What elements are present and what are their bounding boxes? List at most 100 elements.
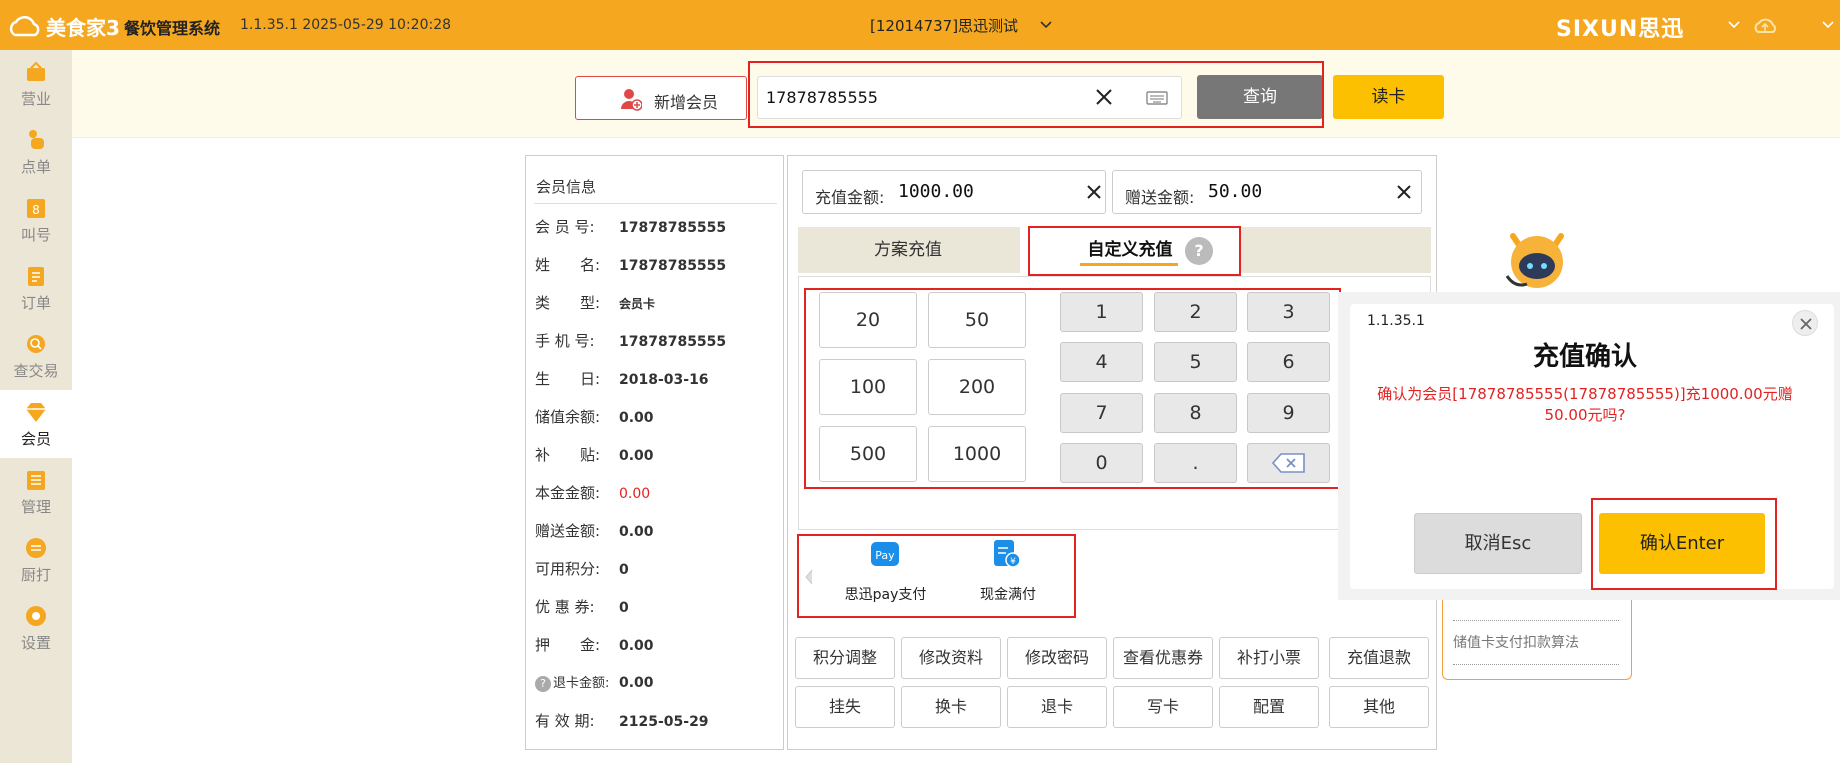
highlight-box: [1028, 226, 1241, 276]
member-row-value: 0.00: [619, 524, 654, 540]
member-row-value: 17878785555: [619, 334, 727, 350]
sidebar-item-kitchen-print[interactable]: 厨打: [0, 526, 72, 594]
chevron-down-icon[interactable]: [1040, 20, 1052, 30]
read-card-button[interactable]: 读卡: [1333, 75, 1444, 119]
sidebar-item-label: 营业: [20, 90, 51, 108]
member-row: 赠送金额: 0.00: [535, 520, 654, 541]
divider: [1453, 620, 1619, 621]
view-coupons-button[interactable]: 查看优惠券: [1113, 637, 1213, 679]
reprint-receipt-button[interactable]: 补打小票: [1219, 637, 1319, 679]
cloud-sync-icon[interactable]: [1752, 14, 1778, 36]
close-icon[interactable]: [1395, 183, 1413, 201]
member-row-value: 0.00: [619, 486, 651, 502]
diamond-icon: [26, 403, 46, 422]
sidebar-item-label: 订单: [20, 294, 51, 312]
sidebar-item-label: 点单: [20, 158, 51, 176]
refund-amount-label: 退卡金额:: [553, 676, 610, 691]
manage-icon: [27, 471, 45, 490]
member-row-value: 2125-05-29: [619, 714, 709, 730]
cloud-logo-icon: [9, 15, 40, 37]
other-button[interactable]: 其他: [1329, 686, 1429, 728]
add-member-button[interactable]: 新增会员: [575, 76, 747, 120]
close-icon: [1800, 318, 1812, 330]
member-row-key: 赠送金额:: [535, 522, 601, 540]
tip-box: 储值卡支付扣款算法: [1442, 600, 1632, 680]
gear-icon: [26, 606, 46, 626]
help-icon[interactable]: ?: [535, 676, 551, 692]
system-name: 餐饮管理系统: [124, 19, 221, 38]
member-row: 类 型: 会员卡: [535, 292, 655, 313]
vendor-logo: SIXUN思迅: [1556, 17, 1685, 42]
list-icon: [28, 267, 44, 286]
kitchen-print-icon: [26, 538, 46, 558]
highlight-box: [797, 534, 1076, 618]
member-row-key: 押 金:: [535, 636, 601, 654]
sidebar-item-business[interactable]: 营业: [0, 50, 72, 118]
member-row-value: 0.00: [619, 448, 654, 464]
cancel-button[interactable]: 取消Esc: [1414, 513, 1582, 574]
highlight-box: [748, 61, 1324, 128]
member-row: 会 员 号: 17878785555: [535, 216, 726, 237]
tab-plan-recharge[interactable]: 方案充值: [798, 227, 1018, 273]
member-row-key: ? 退卡金额:: [535, 672, 619, 692]
mascot-icon: [1505, 233, 1564, 288]
top-bar: 美食家3 餐饮管理系统 1.1.35.1 2025-05-29 10:20:28…: [0, 0, 1840, 50]
gift-amount-field[interactable]: 赠送金额: 50.00: [1112, 170, 1422, 214]
member-row-key: 优 惠 券:: [535, 598, 595, 616]
sidebar-item-member[interactable]: 会员: [0, 390, 72, 458]
member-row-value: 17878785555: [619, 220, 727, 236]
member-row-key: 有 效 期:: [535, 712, 595, 730]
version-time: 1.1.35.1 2025-05-29 10:20:28: [240, 17, 452, 33]
highlight-box: [804, 288, 1341, 489]
sidebar-item-order[interactable]: 点单: [0, 118, 72, 186]
recharge-amount-field[interactable]: 充值金额: 1000.00: [802, 170, 1106, 214]
replace-card-button[interactable]: 换卡: [901, 686, 1001, 728]
member-row-key: 本金金额:: [535, 484, 601, 502]
member-row-key: 手 机 号:: [535, 332, 595, 350]
tip-text[interactable]: 储值卡支付扣款算法: [1453, 632, 1579, 652]
order-hand-icon: [29, 130, 44, 149]
sidebar-item-call-number[interactable]: 8 叫号: [0, 186, 72, 254]
sidebar-item-transactions[interactable]: 查交易: [0, 322, 72, 390]
store-selector[interactable]: [12014737]思迅测试: [870, 15, 1018, 36]
points-adjust-button[interactable]: 积分调整: [795, 637, 895, 679]
member-row: 姓 名: 17878785555: [535, 254, 726, 275]
recharge-refund-button[interactable]: 充值退款: [1329, 637, 1429, 679]
brand-name: 美食家3: [46, 16, 120, 40]
config-button[interactable]: 配置: [1219, 686, 1319, 728]
chevron-down-icon[interactable]: [1728, 20, 1740, 30]
add-member-label: 新增会员: [654, 93, 719, 112]
member-row: 储值余额: 0.00: [535, 406, 654, 427]
member-row-key: 储值余额:: [535, 408, 601, 426]
member-row-value: 0: [619, 562, 629, 578]
return-card-button[interactable]: 退卡: [1007, 686, 1107, 728]
close-icon[interactable]: [1085, 183, 1103, 201]
dialog-message: 确认为会员[17878785555(17878785555)]充1000.00元…: [1377, 385, 1793, 424]
write-card-button[interactable]: 写卡: [1113, 686, 1213, 728]
chevron-down-icon[interactable]: [1822, 20, 1834, 30]
sidebar-item-orders[interactable]: 订单: [0, 254, 72, 322]
member-row-value: 0.00: [619, 638, 654, 654]
sidebar-item-label: 查交易: [13, 362, 59, 380]
sidebar-item-label: 设置: [20, 634, 51, 652]
change-password-button[interactable]: 修改密码: [1007, 637, 1107, 679]
recharge-amount-value: 1000.00: [898, 181, 974, 202]
dialog-close-button[interactable]: [1792, 310, 1818, 336]
edit-profile-button[interactable]: 修改资料: [901, 637, 1001, 679]
member-row: 手 机 号: 17878785555: [535, 330, 726, 351]
member-row-key: 补 贴:: [535, 446, 601, 464]
member-row: 补 贴: 0.00: [535, 444, 654, 465]
member-row-key: 可用积分:: [535, 560, 601, 578]
report-loss-button[interactable]: 挂失: [795, 686, 895, 728]
sidebar-item-settings[interactable]: 设置: [0, 594, 72, 662]
sidebar-item-manage[interactable]: 管理: [0, 458, 72, 526]
member-row-value: 会员卡: [619, 297, 656, 311]
member-row-key: 姓 名:: [535, 256, 601, 274]
dialog-version: 1.1.35.1: [1367, 313, 1425, 329]
search-icon: [27, 335, 45, 353]
gift-amount-label: 赠送金额:: [1125, 188, 1195, 207]
member-row: 押 金: 0.00: [535, 634, 654, 655]
member-row-key: 会 员 号:: [535, 218, 595, 236]
member-row: 生 日: 2018-03-16: [535, 368, 709, 389]
member-row-value: 0.00: [619, 675, 654, 691]
